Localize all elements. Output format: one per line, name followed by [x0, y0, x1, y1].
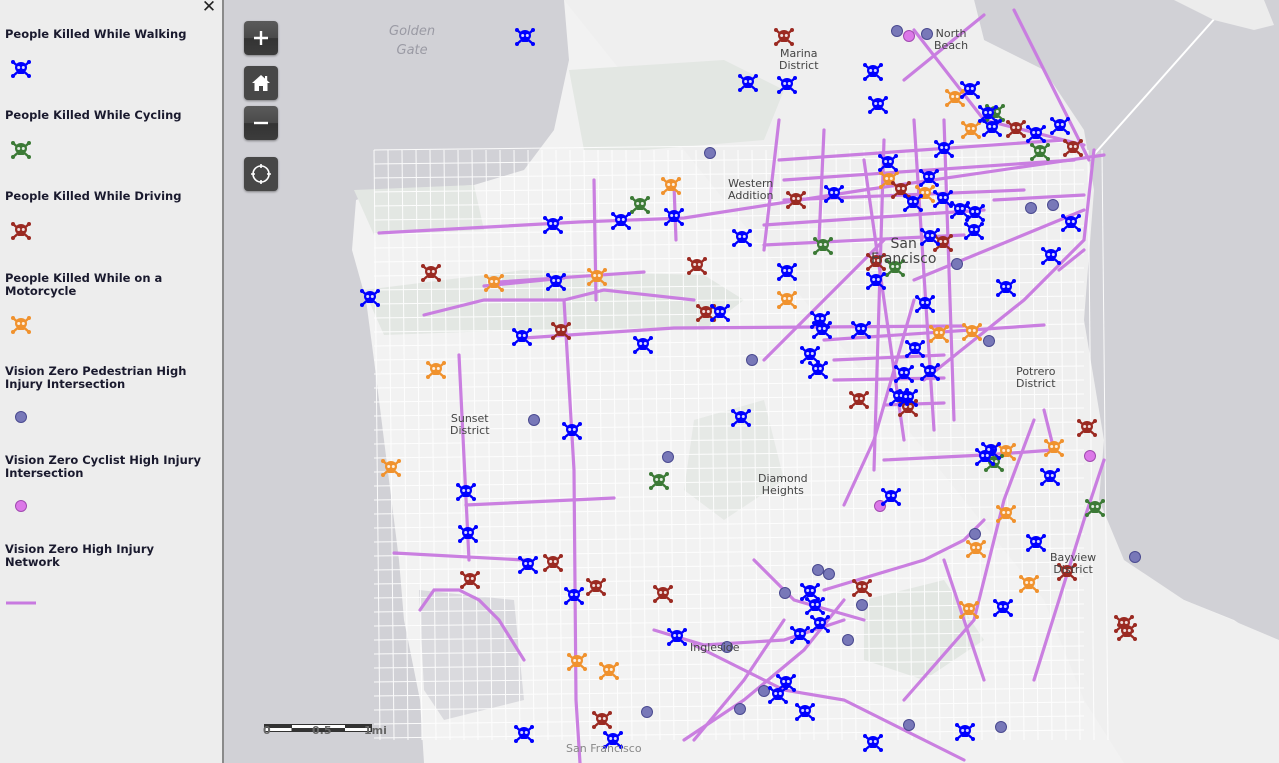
circle-icon	[14, 409, 28, 428]
pedestrian-high-injury-intersection-marker[interactable]	[641, 706, 653, 718]
pedestrian-high-injury-intersection-marker[interactable]	[969, 528, 981, 540]
legend-walking-label: People Killed While Walking	[5, 27, 187, 41]
label-diamond-heights: Diamond Heights	[758, 472, 808, 497]
cyclist-high-injury-intersection-marker[interactable]	[1084, 450, 1096, 462]
pedestrian-high-injury-intersection-marker[interactable]	[1129, 551, 1141, 563]
label-bayview: Bayview District	[1050, 551, 1097, 576]
line-icon	[6, 591, 38, 610]
scale-label-half: 0.5	[312, 724, 332, 737]
basemap	[352, 0, 1279, 763]
label-north-beach: North Beach	[934, 27, 969, 52]
locate-button[interactable]	[244, 157, 278, 191]
pedestrian-high-injury-intersection-marker[interactable]	[995, 721, 1007, 733]
pedestrian-high-injury-intersection-marker[interactable]	[842, 634, 854, 646]
treasure-island	[1174, 0, 1274, 30]
pedestrian-high-injury-intersection-marker[interactable]	[758, 685, 770, 697]
pedestrian-high-injury-intersection-marker[interactable]	[921, 28, 933, 40]
label-san-francisco-south: San Francisco	[566, 742, 642, 755]
label-san-francisco: San Francisco	[871, 236, 937, 267]
pedestrian-high-injury-intersection-marker[interactable]	[734, 703, 746, 715]
home-icon	[252, 75, 270, 91]
legend-ped-intersection-label: Vision Zero Pedestrian High Injury Inter…	[5, 364, 187, 391]
pedestrian-high-injury-intersection-marker[interactable]	[891, 25, 903, 37]
pedestrian-high-injury-intersection-marker[interactable]	[812, 564, 824, 576]
pedestrian-high-injury-intersection-marker[interactable]	[662, 451, 674, 463]
pedestrian-high-injury-intersection-marker[interactable]	[528, 414, 540, 426]
label-sunset: Sunset District	[450, 412, 490, 437]
pedestrian-high-injury-intersection-marker[interactable]	[1047, 199, 1059, 211]
legend-cycling-label: People Killed While Cycling	[5, 108, 182, 122]
home-button[interactable]	[244, 66, 278, 100]
crosshair-icon	[251, 164, 271, 184]
close-legend-button[interactable]: ✕	[200, 0, 218, 16]
legend-cyc-intersection-label: Vision Zero Cyclist High Injury Intersec…	[5, 453, 201, 480]
pedestrian-high-injury-intersection-marker[interactable]	[983, 335, 995, 347]
minus-icon	[254, 121, 268, 125]
pedestrian-high-injury-intersection-marker[interactable]	[1025, 202, 1037, 214]
bay-bridge	[1088, 7, 1225, 161]
zoom-out-button[interactable]	[244, 106, 278, 140]
pedestrian-high-injury-intersection-marker[interactable]	[856, 599, 868, 611]
legend-driving-label: People Killed While Driving	[5, 189, 182, 203]
pedestrian-high-injury-intersection-marker[interactable]	[951, 258, 963, 270]
pedestrian-high-injury-intersection-marker[interactable]	[746, 354, 758, 366]
label-ingleside: Ingleside	[690, 641, 740, 654]
scale-label-0: 0	[263, 724, 271, 737]
skull-icon	[10, 59, 32, 83]
map-view[interactable]: Golden Gate Marina District North Beach …	[224, 0, 1279, 763]
plus-icon	[254, 31, 268, 45]
legend-network-label: Vision Zero High Injury Network	[5, 542, 154, 569]
label-potrero: Potrero District	[1016, 365, 1056, 390]
circle-icon	[14, 498, 28, 517]
label-western-addition: Western Addition	[728, 177, 774, 202]
skull-icon	[10, 140, 32, 164]
pedestrian-high-injury-intersection-marker[interactable]	[779, 587, 791, 599]
cyclist-high-injury-intersection-marker[interactable]	[903, 30, 915, 42]
pedestrian-high-injury-intersection-marker[interactable]	[823, 568, 835, 580]
skull-icon	[10, 221, 32, 245]
label-marina: Marina District	[779, 47, 819, 72]
pedestrian-high-injury-intersection-marker[interactable]	[704, 147, 716, 159]
zoom-in-button[interactable]	[244, 21, 278, 55]
scale-label-1mi: 1mi	[364, 724, 387, 737]
legend-panel: ✕ People Killed While Walking People Kil…	[0, 0, 224, 763]
skull-icon-walking-fatality-marker[interactable]	[515, 28, 535, 46]
skull-icon	[10, 315, 32, 339]
water-label-golden-gate: Golden Gate	[389, 24, 436, 58]
legend-motorcycle-label: People Killed While on a Motorcycle	[5, 271, 163, 298]
pedestrian-high-injury-intersection-marker[interactable]	[903, 719, 915, 731]
